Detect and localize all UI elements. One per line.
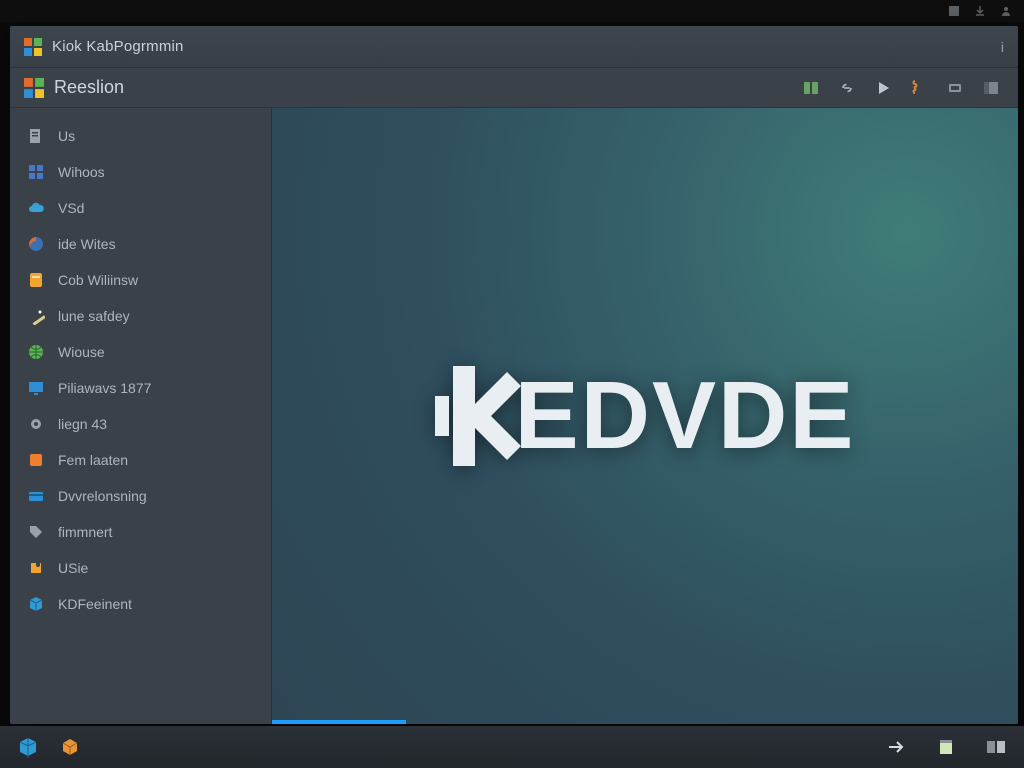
sidebar-item-5[interactable]: lune safdey: [10, 298, 271, 334]
puzzle-icon: [26, 558, 46, 578]
card-icon: [26, 486, 46, 506]
sidebar: Us Wihoos VSd ide Wites Cob Wiliinsw lune saf…: [10, 108, 272, 724]
system-bar: [0, 0, 1024, 22]
cube-launcher-icon[interactable]: [14, 733, 42, 761]
sidebar-item-8[interactable]: liegn 43: [10, 406, 271, 442]
sidebar-item-13[interactable]: KDFeeinent: [10, 586, 271, 622]
note-tray-icon[interactable]: [932, 733, 960, 761]
brand-logo: EDVDE: [435, 361, 856, 471]
app-icon[interactable]: [948, 5, 960, 17]
brand-text: EDVDE: [515, 361, 856, 471]
sidebar-item-label: fimmnert: [58, 524, 112, 540]
content-pane: EDVDE: [272, 108, 1018, 724]
k-glyph-icon: [435, 366, 521, 466]
folder-tray-icon[interactable]: [982, 733, 1010, 761]
sidebar-item-label: Dvvrelonsning: [58, 488, 147, 504]
link-icon[interactable]: [834, 75, 860, 101]
window-title: Kiok KabPogrmmin: [52, 38, 184, 55]
sidebar-item-label: Piliawavs 1877: [58, 380, 151, 396]
windows-flag-icon: [24, 38, 42, 56]
document-icon: [26, 126, 46, 146]
sidebar-item-label: Fem laaten: [58, 452, 128, 468]
title-bar: Kiok KabPogrmmin i: [10, 26, 1018, 68]
sidebar-item-4[interactable]: Cob Wiliinsw: [10, 262, 271, 298]
play-icon[interactable]: [870, 75, 896, 101]
sidebar-item-label: KDFeeinent: [58, 596, 132, 612]
sidebar-item-9[interactable]: Fem laaten: [10, 442, 271, 478]
sidebar-item-label: Wiouse: [58, 344, 105, 360]
arrow-right-icon[interactable]: [882, 733, 910, 761]
app-window: Kiok KabPogrmmin i Reeslion Us Wihoos VSd i…: [10, 26, 1018, 724]
grid-icon: [26, 162, 46, 182]
fox-icon: [26, 234, 46, 254]
tag-icon: [26, 522, 46, 542]
sidebar-item-7[interactable]: Piliawavs 1877: [10, 370, 271, 406]
script-icon[interactable]: [906, 75, 932, 101]
sidebar-item-12[interactable]: USie: [10, 550, 271, 586]
sidebar-item-1[interactable]: Wihoos: [10, 154, 271, 190]
window-body: Us Wihoos VSd ide Wites Cob Wiliinsw lune saf…: [10, 108, 1018, 724]
sidebar-item-label: Wihoos: [58, 164, 105, 180]
note-icon: [26, 270, 46, 290]
sidebar-item-11[interactable]: fimmnert: [10, 514, 271, 550]
sidebar-item-label: ide Wites: [58, 236, 116, 252]
box-icon[interactable]: [56, 733, 84, 761]
desktop: Kiok KabPogrmmin i Reeslion Us Wihoos VSd i…: [0, 0, 1024, 768]
sidebar-item-2[interactable]: VSd: [10, 190, 271, 226]
sidebar-item-10[interactable]: Dvvrelonsning: [10, 478, 271, 514]
window-title-right: i: [1001, 39, 1004, 55]
cube-icon: [26, 594, 46, 614]
globe-icon: [26, 342, 46, 362]
book-icon[interactable]: [798, 75, 824, 101]
progress-bar: [272, 720, 406, 724]
gear-icon: [26, 414, 46, 434]
wand-icon: [26, 306, 46, 326]
panel-icon[interactable]: [978, 75, 1004, 101]
section-flag-icon: [24, 78, 44, 98]
sidebar-item-label: VSd: [58, 200, 84, 216]
system-tray: [882, 733, 1010, 761]
section-label: Reeslion: [54, 77, 124, 98]
sidebar-item-label: Us: [58, 128, 75, 144]
section-bar: Reeslion: [10, 68, 1018, 108]
monitor-icon: [26, 378, 46, 398]
sidebar-item-0[interactable]: Us: [10, 118, 271, 154]
sidebar-item-label: USie: [58, 560, 88, 576]
sidebar-item-label: liegn 43: [58, 416, 107, 432]
sidebar-item-3[interactable]: ide Wites: [10, 226, 271, 262]
chip-icon[interactable]: [942, 75, 968, 101]
user-icon[interactable]: [1000, 5, 1012, 17]
taskbar: [0, 726, 1024, 768]
cloud-icon: [26, 198, 46, 218]
download-icon[interactable]: [974, 5, 986, 17]
sidebar-item-label: lune safdey: [58, 308, 130, 324]
sidebar-item-label: Cob Wiliinsw: [58, 272, 138, 288]
square-icon: [26, 450, 46, 470]
sidebar-item-6[interactable]: Wiouse: [10, 334, 271, 370]
